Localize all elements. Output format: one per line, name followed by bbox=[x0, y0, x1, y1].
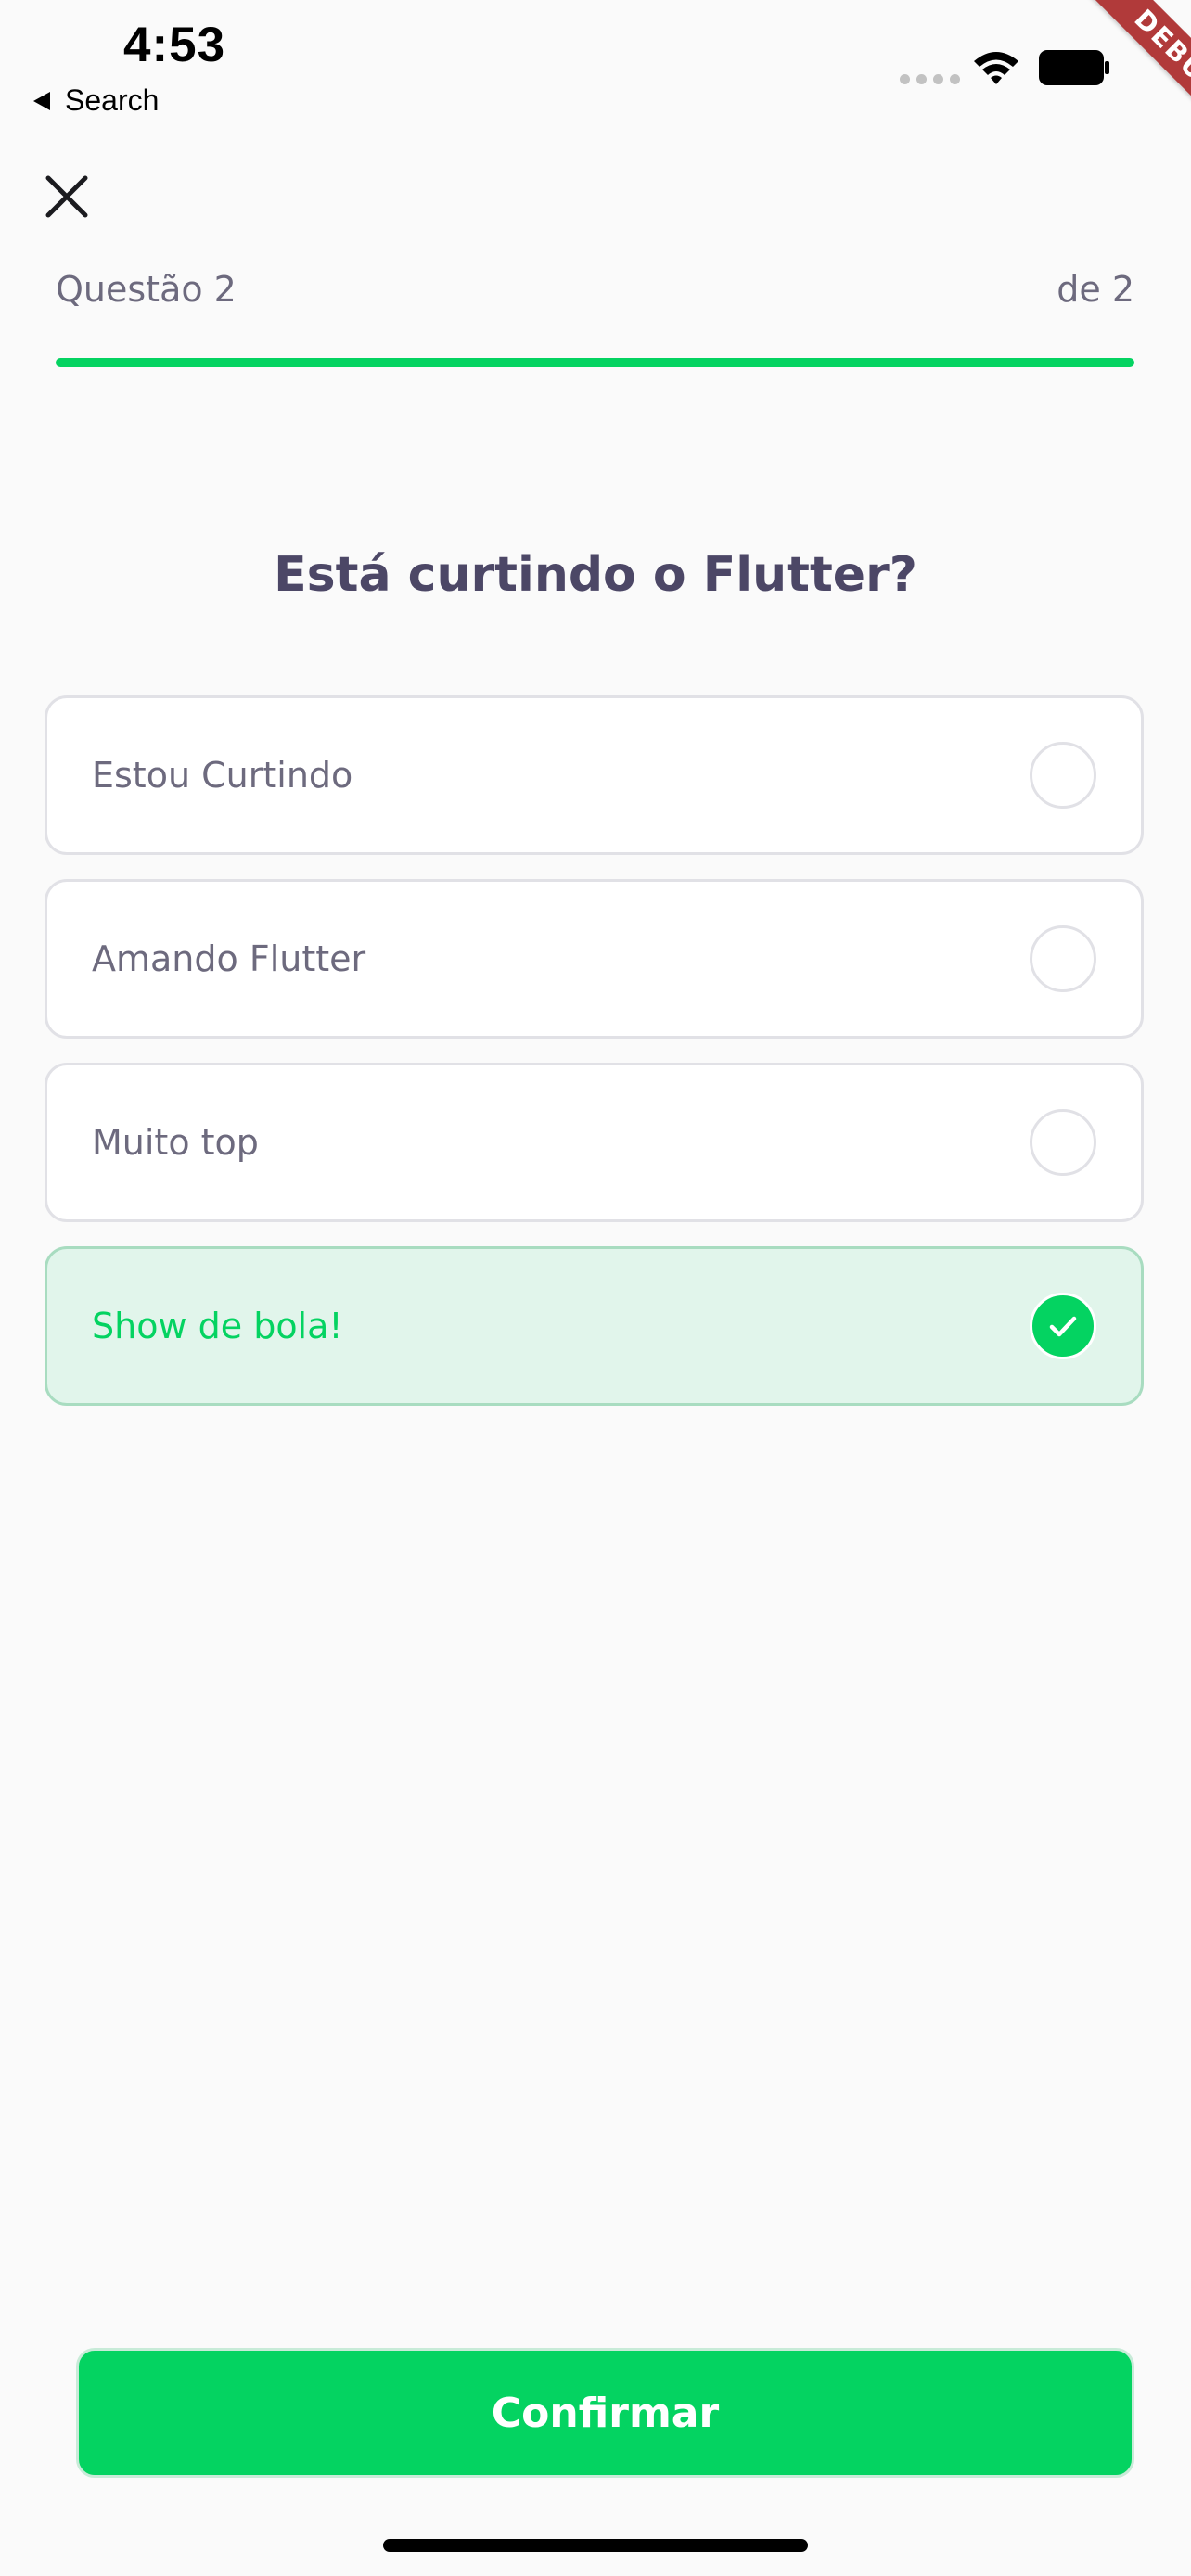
question-number-label: Questão 2 bbox=[56, 269, 237, 310]
answer-label: Amando Flutter bbox=[92, 938, 366, 979]
close-icon[interactable] bbox=[37, 167, 96, 226]
radio-unchecked-icon bbox=[1030, 1109, 1096, 1176]
cellular-signal-icon bbox=[900, 74, 960, 84]
answer-label: Show de bola! bbox=[92, 1306, 343, 1346]
checkmark-icon bbox=[1049, 1316, 1077, 1337]
home-indicator[interactable] bbox=[383, 2539, 808, 2552]
progress-bar-fill bbox=[56, 358, 1134, 367]
answer-option[interactable]: Amando Flutter bbox=[45, 879, 1144, 1039]
answer-option[interactable]: Muito top bbox=[45, 1063, 1144, 1222]
confirm-button[interactable]: Confirmar bbox=[76, 2348, 1134, 2478]
answer-label: Muito top bbox=[92, 1122, 259, 1163]
radio-unchecked-icon bbox=[1030, 925, 1096, 992]
progress-bar bbox=[56, 358, 1134, 367]
back-triangle-icon bbox=[33, 91, 50, 110]
answer-option-selected[interactable]: Show de bola! bbox=[45, 1246, 1144, 1406]
back-to-search-button[interactable]: Search bbox=[33, 83, 159, 118]
answer-label: Estou Curtindo bbox=[92, 755, 353, 796]
check-circle-icon bbox=[1030, 1293, 1096, 1359]
question-total-label: de 2 bbox=[1057, 269, 1134, 310]
answer-option[interactable]: Estou Curtindo bbox=[45, 695, 1144, 855]
back-search-label: Search bbox=[65, 83, 160, 117]
radio-unchecked-icon bbox=[1030, 742, 1096, 809]
question-title: Está curtindo o Flutter? bbox=[274, 547, 917, 603]
wifi-icon bbox=[974, 52, 1018, 84]
status-time: 4:53 bbox=[123, 18, 226, 72]
battery-icon bbox=[1039, 50, 1109, 85]
